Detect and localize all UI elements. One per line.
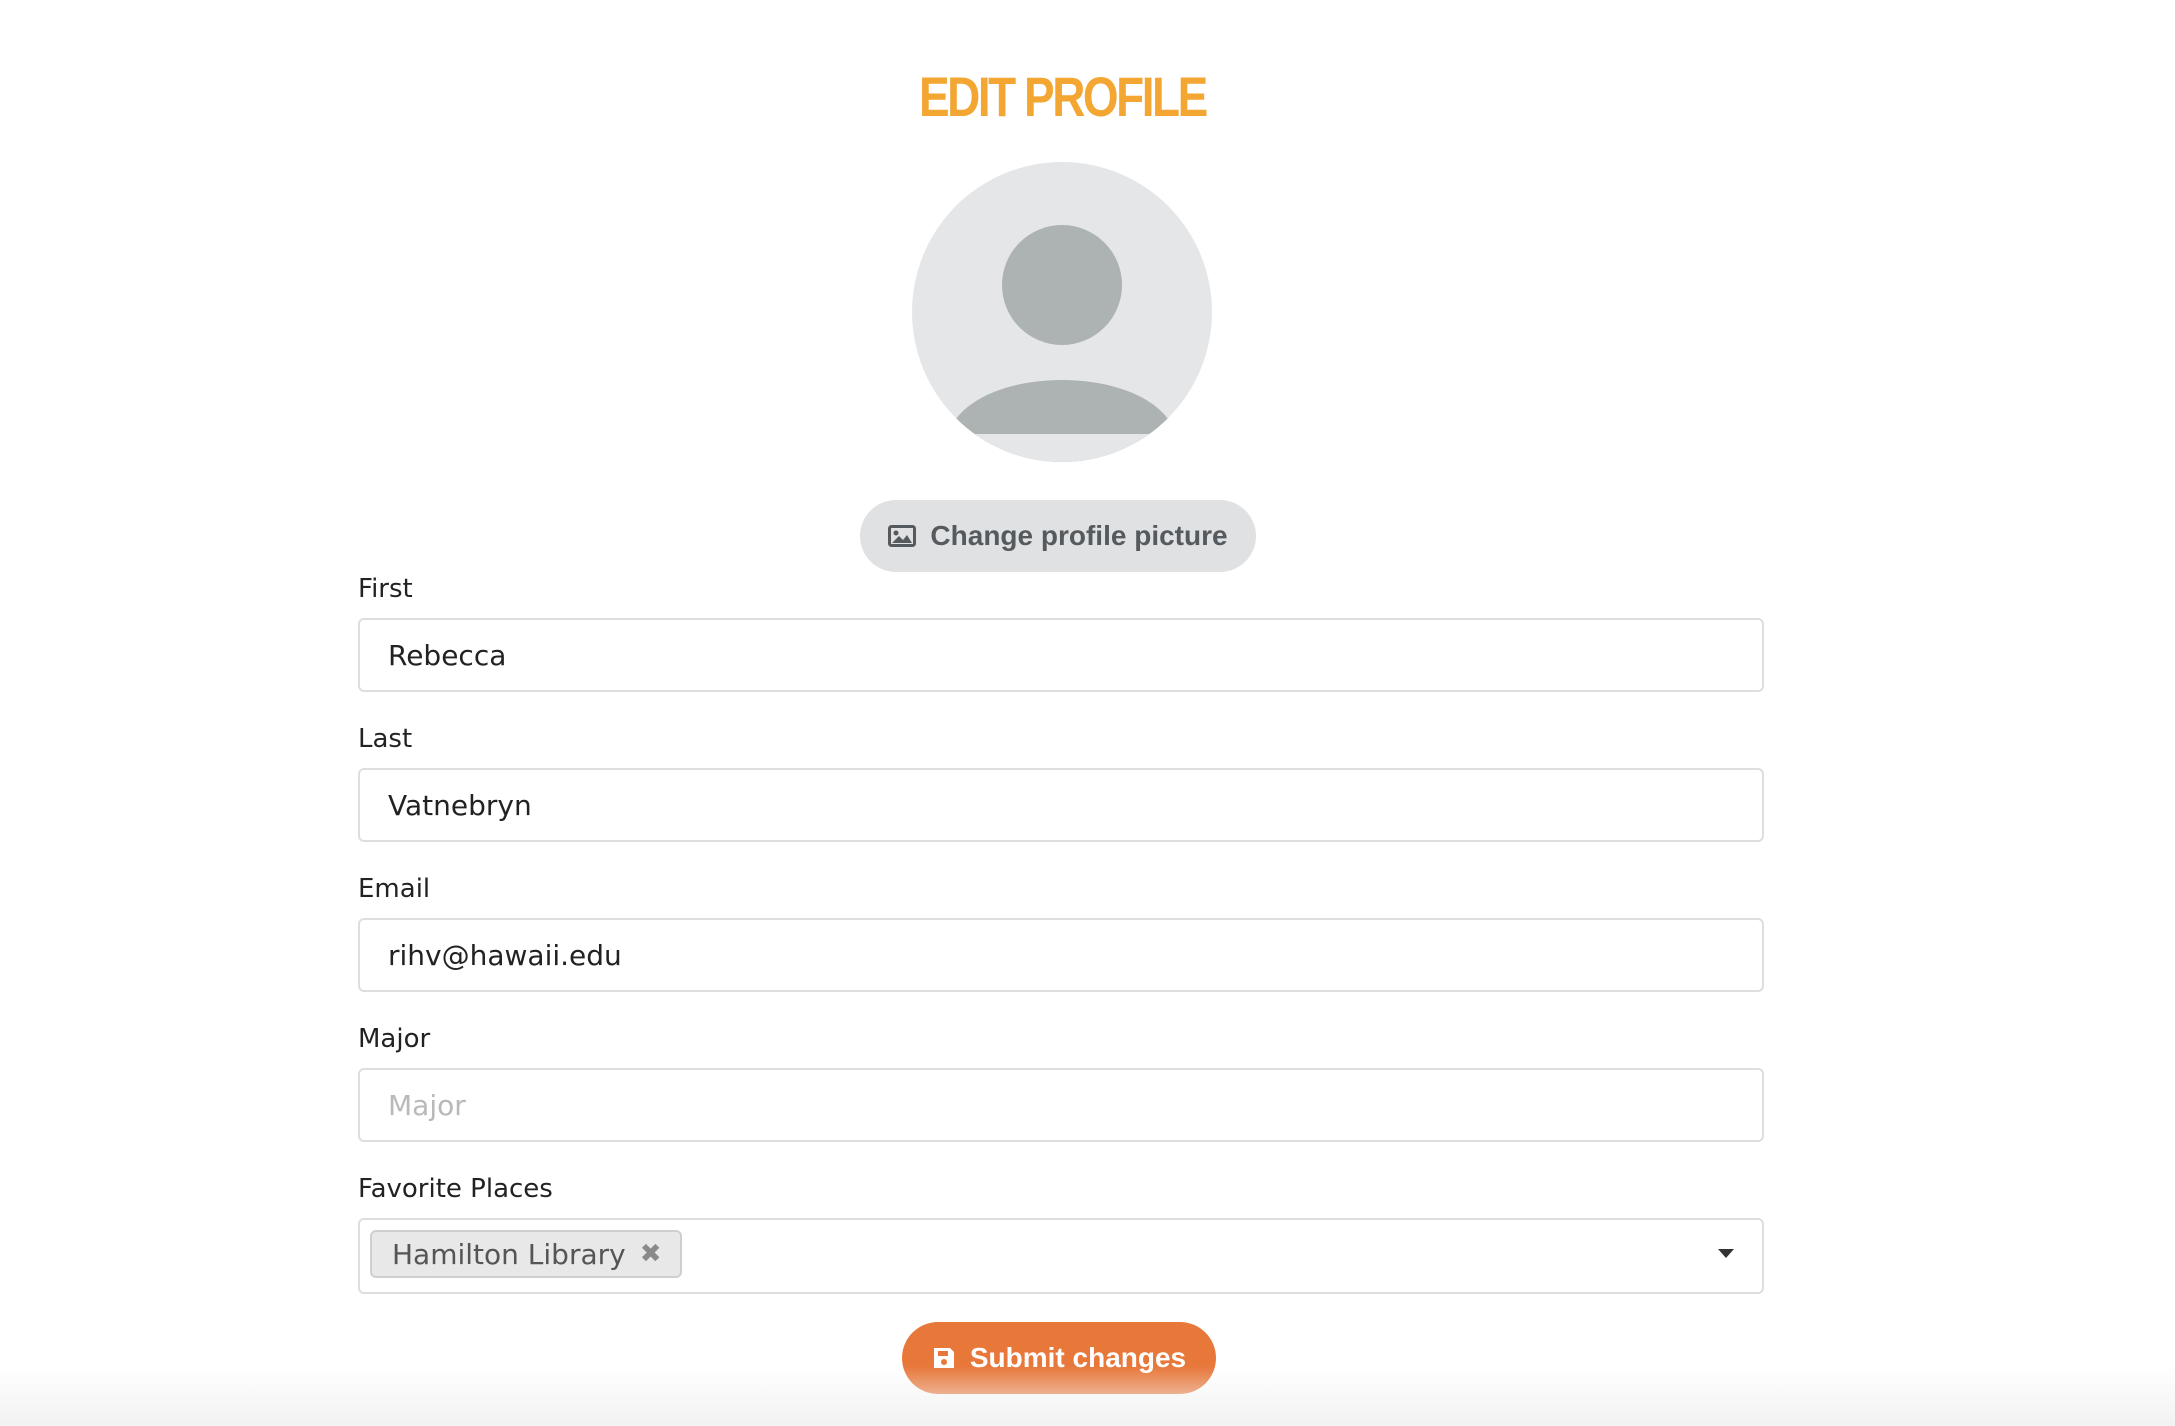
first-name-input[interactable] <box>358 618 1764 692</box>
dropdown-caret-icon[interactable] <box>1718 1249 1734 1258</box>
image-icon <box>888 525 917 547</box>
bottom-fade <box>0 1366 2175 1426</box>
page-title: EDIT PROFILE <box>918 65 1208 128</box>
avatar <box>912 162 1212 462</box>
first-name-label: First <box>358 574 413 604</box>
major-input[interactable] <box>358 1068 1764 1142</box>
favorite-places-select[interactable]: Hamilton Library ✖ <box>358 1218 1764 1294</box>
favorite-place-chip: Hamilton Library ✖ <box>370 1230 682 1278</box>
email-input[interactable] <box>358 918 1764 992</box>
favorite-place-chip-label: Hamilton Library <box>392 1237 626 1271</box>
change-profile-picture-label: Change profile picture <box>930 520 1228 551</box>
major-label: Major <box>358 1024 431 1054</box>
user-silhouette-icon <box>912 225 1212 462</box>
remove-chip-icon[interactable]: ✖ <box>640 1241 662 1267</box>
last-name-label: Last <box>358 724 413 754</box>
change-profile-picture-button[interactable]: Change profile picture <box>860 500 1256 572</box>
favorite-places-label: Favorite Places <box>358 1174 553 1204</box>
email-label: Email <box>358 874 431 904</box>
last-name-input[interactable] <box>358 768 1764 842</box>
